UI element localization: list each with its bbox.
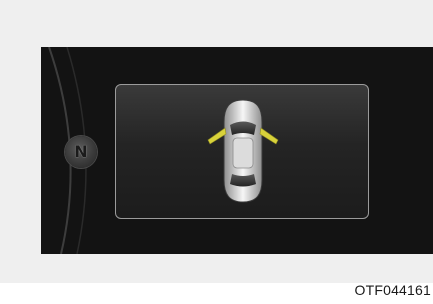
- gear-label: N: [74, 142, 88, 161]
- car-top-view-icon: [207, 99, 279, 203]
- front-left-door-open: [207, 127, 227, 145]
- front-right-door-open: [259, 127, 279, 145]
- car-roof: [232, 137, 254, 169]
- door-status-display: [115, 84, 369, 219]
- gear-indicator: N: [65, 136, 97, 168]
- figure-code: OTF044161: [354, 282, 431, 298]
- windshield: [230, 121, 256, 135]
- instrument-cluster: N: [41, 47, 433, 254]
